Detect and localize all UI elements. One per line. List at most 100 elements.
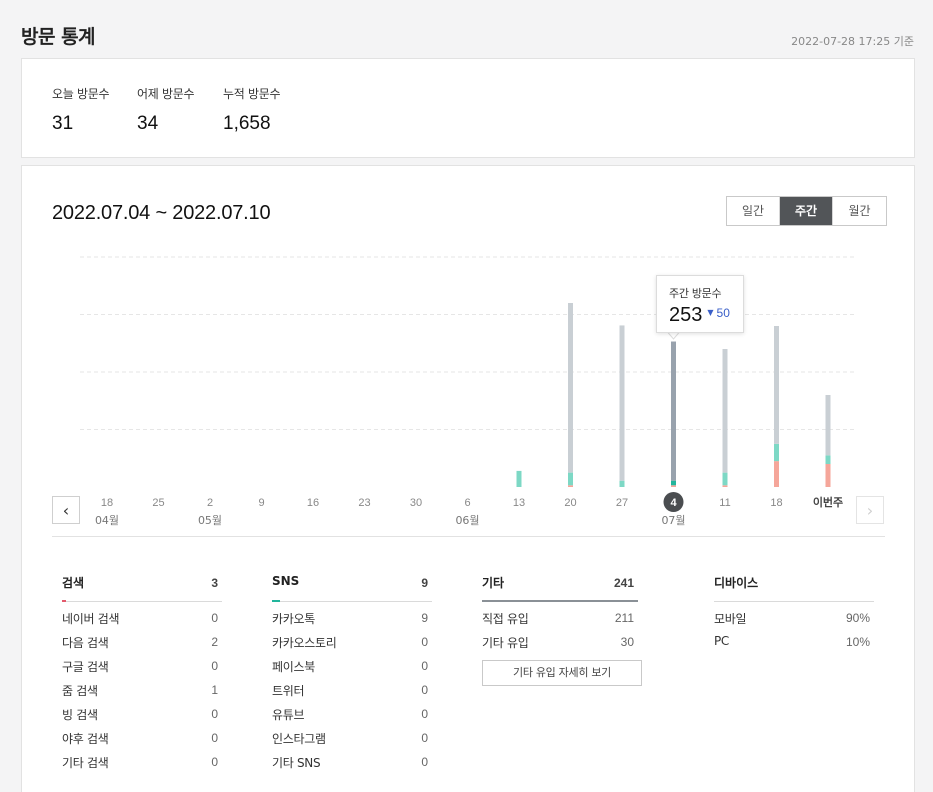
stat-header: 디바이스 [714, 574, 874, 602]
stat-row-label: 야후 검색 [62, 732, 109, 746]
stat-row-value: 0 [421, 755, 428, 769]
x-tick-label: 16 [307, 497, 319, 509]
other-detail-button[interactable]: 기타 유입 자세히 보기 [482, 660, 642, 686]
stat-row-label: 구글 검색 [62, 660, 109, 674]
x-tick-label: 25 [152, 497, 164, 509]
stat-row: 구글 검색 0 [62, 652, 222, 676]
stat-sns: SNS 9 카카오톡 9 카카오스토리 0 페이스북 0 트위터 0 유튜브 0 인스타그램 0 기타 … [272, 574, 432, 772]
stat-row-value: 30 [620, 635, 634, 649]
stat-row: 기타 검색 0 [62, 748, 222, 772]
stat-row-value: 9 [421, 611, 428, 625]
chart-bar-segment [671, 480, 676, 486]
stat-row: 카카오톡 9 [272, 604, 432, 628]
stat-row: 야후 검색 0 [62, 724, 222, 748]
stat-row-value: 0 [211, 659, 218, 673]
stat-row-label: 유튜브 [272, 708, 305, 722]
x-tick-label: 20 [564, 497, 576, 509]
chart-bar-segment [774, 443, 779, 462]
stat-accent-bar [272, 600, 280, 602]
chart-bar-segment [774, 326, 779, 444]
stat-header: 기타 241 [482, 574, 638, 602]
chart-bar-segment [671, 341, 676, 481]
x-tick-label: 이번주 [813, 495, 843, 509]
stat-row-value: 0 [421, 659, 428, 673]
stat-row: 기타 SNS 0 [272, 748, 432, 772]
stat-total: 241 [613, 576, 634, 590]
x-tick-label: 23 [358, 497, 370, 509]
stat-title: 디바이스 [714, 576, 759, 590]
chevron-left-icon: ‹ [62, 500, 70, 520]
stat-row-value: 211 [614, 611, 634, 625]
stat-row-label: 줌 검색 [62, 684, 98, 698]
stat-total: 3 [211, 576, 218, 590]
stat-row: 다음 검색 2 [62, 628, 222, 652]
divider [52, 536, 885, 537]
stat-device: 디바이스 모바일 90% PC 10% [714, 574, 874, 652]
page-timestamp: 2022-07-28 17:25 기준 [791, 35, 914, 48]
tooltip-delta: 50 [716, 306, 730, 320]
month-label: 04월 [95, 514, 119, 527]
chart-bar-segment [825, 464, 831, 487]
stat-row: 줌 검색 1 [62, 676, 222, 700]
stat-row-value: 0 [421, 731, 428, 745]
x-tick-label: 13 [513, 497, 525, 509]
stat-row: 직접 유입 211 [482, 604, 638, 628]
stat-row: PC 10% [714, 628, 874, 652]
stat-row-label: 인스타그램 [272, 732, 326, 746]
summary-value: 1,658 [223, 113, 271, 134]
stat-row: 빙 검색 0 [62, 700, 222, 724]
month-label: 07월 [661, 514, 685, 527]
prev-period-button[interactable]: ‹ [52, 496, 80, 524]
x-tick-label: 9 [258, 497, 264, 509]
stat-row-value: 0 [211, 731, 218, 745]
x-tick-label: 18 [770, 497, 782, 509]
summary-total: 누적 방문수 1,658 [223, 85, 281, 135]
x-tick-label: 2 [207, 497, 213, 509]
stat-row: 네이버 검색 0 [62, 604, 222, 628]
stat-row-label: 페이스북 [272, 660, 315, 674]
stat-rows: 직접 유입 211 기타 유입 30 [482, 602, 638, 652]
chart-bar-segment [774, 461, 779, 487]
stat-header: SNS 9 [272, 574, 432, 602]
stat-row-label: 카카오스토리 [272, 636, 337, 650]
summary-label: 어제 방문수 [137, 87, 195, 101]
stat-rows: 네이버 검색 0 다음 검색 2 구글 검색 0 줌 검색 1 빙 검색 0 야후 검색 0 기타 검색… [62, 602, 222, 772]
tooltip-label: 주간 방문수 [669, 287, 722, 300]
stat-row: 트위터 0 [272, 676, 432, 700]
chart-bar-segment [722, 485, 728, 487]
stat-row: 인스타그램 0 [272, 724, 432, 748]
chart-bar-segment [619, 480, 625, 487]
chart-bar-segment [568, 303, 573, 473]
x-tick-label: 27 [616, 497, 628, 509]
stat-total: 9 [421, 576, 428, 590]
stat-header: 검색 3 [62, 574, 222, 602]
summary-value: 31 [52, 113, 74, 134]
chart-bar-segment [568, 472, 573, 486]
stat-row-label: 기타 검색 [62, 756, 109, 770]
chart-card: 2022.07.04 ~ 2022.07.10 일간 주간 월간 18 04월 25… [21, 165, 915, 792]
stat-row-label: 카카오톡 [272, 612, 315, 626]
stat-row-value: 0 [211, 707, 218, 721]
chart-bar-segment [568, 485, 573, 487]
stat-row-label: 기타 SNS [272, 756, 321, 770]
chart-bar-segment [825, 395, 831, 456]
stat-row-value: 0 [211, 755, 218, 769]
stat-row-label: PC [714, 634, 730, 648]
stat-row-value: 90% [845, 611, 870, 625]
stat-row-value: 0 [421, 683, 428, 697]
x-tick-label: 18 [101, 497, 113, 509]
stat-search: 검색 3 네이버 검색 0 다음 검색 2 구글 검색 0 줌 검색 1 빙 검색 0 야후 검색 0… [62, 574, 222, 772]
page-title: 방문 통계 [21, 26, 96, 48]
stat-row-value: 0 [421, 635, 428, 649]
stat-rows: 모바일 90% PC 10% [714, 602, 874, 652]
stat-row: 카카오스토리 0 [272, 628, 432, 652]
summary-label: 오늘 방문수 [52, 87, 110, 101]
summary-yesterday: 어제 방문수 34 [137, 85, 195, 135]
chart-bar-segment [516, 470, 522, 487]
month-label: 06월 [455, 514, 479, 527]
stat-row-value: 2 [211, 635, 218, 649]
tooltip-pointer [666, 331, 681, 340]
next-period-button[interactable]: › [856, 496, 884, 524]
tooltip-value: 253 [669, 304, 703, 326]
summary-label: 누적 방문수 [223, 87, 281, 101]
